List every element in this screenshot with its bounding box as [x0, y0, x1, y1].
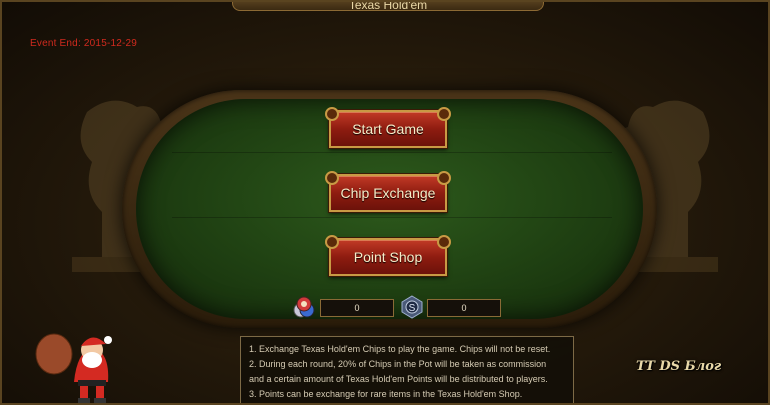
santa-icon [35, 333, 112, 403]
points-count: 0 [427, 299, 501, 317]
rule-line: 3. Points can be exchange for rare items… [249, 389, 523, 399]
chip-exchange-button[interactable]: Chip Exchange [325, 171, 451, 212]
rule-line: 2. During each round, 20% of Chips in th… [249, 359, 547, 369]
rules-panel: 1. Exchange Texas Hold'em Chips to play … [240, 336, 574, 403]
felt-divider [172, 152, 612, 153]
svg-text:S: S [409, 303, 416, 314]
holdem-window: Texas Hold'em Event End: 2015-12-29 Star… [0, 0, 770, 405]
event-end-text: Event End: 2015-12-29 [30, 38, 137, 49]
event-end-label: Event End: [30, 38, 81, 49]
rule-line: 1. Exchange Texas Hold'em Chips to play … [249, 344, 551, 354]
poker-chips-icon [293, 296, 315, 318]
chips-count: 0 [320, 299, 394, 317]
felt-divider [172, 217, 612, 218]
point-shop-button[interactable]: Point Shop [325, 235, 451, 276]
point-coin-icon: S [401, 295, 423, 319]
watermark-text: TT DS Блог [636, 359, 722, 374]
event-end-date: 2015-12-29 [83, 38, 138, 49]
rule-line: and a certain amount of Texas Hold'em Po… [249, 374, 548, 384]
start-game-button[interactable]: Start Game [325, 107, 451, 148]
window-title: Texas Hold'em [232, 2, 544, 12]
